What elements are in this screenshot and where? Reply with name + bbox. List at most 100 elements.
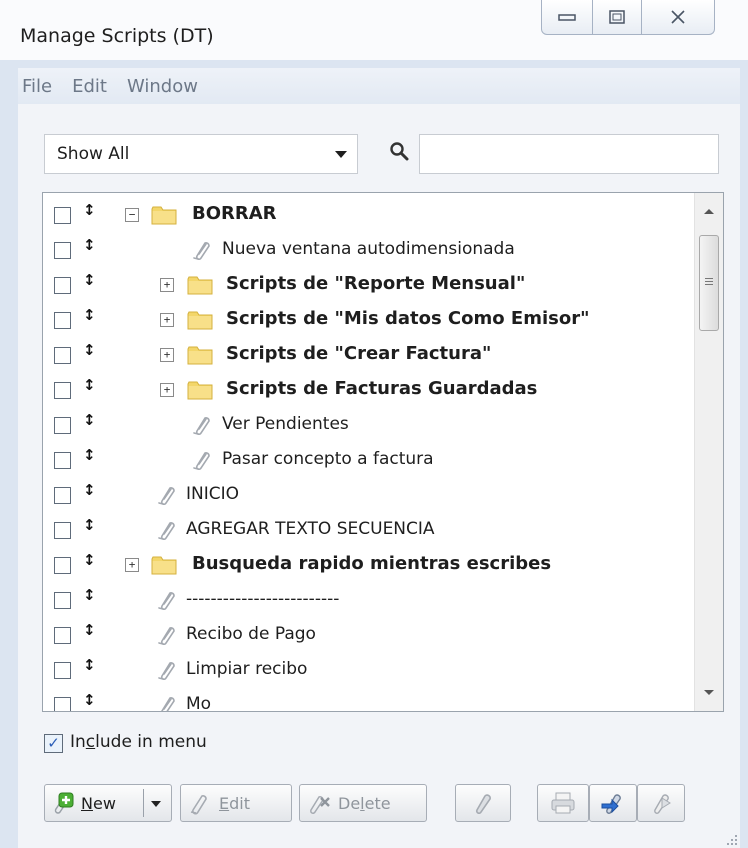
edit-button[interactable]: Edit — [180, 784, 292, 822]
row-checkbox[interactable] — [54, 522, 71, 539]
menu-window[interactable]: Window — [127, 76, 198, 97]
expand-icon[interactable]: + — [125, 558, 139, 572]
search-input[interactable] — [419, 134, 719, 174]
drag-handle-icon[interactable]: ↕ — [83, 341, 96, 359]
show-filter-value: Show All — [57, 144, 130, 164]
expand-icon[interactable]: + — [160, 278, 174, 292]
tree-folder-row[interactable]: ↕ + Scripts de "Reporte Mensual" — [43, 268, 683, 303]
drag-handle-icon[interactable]: ↕ — [83, 306, 96, 324]
scripts-panel: Show All ↕ − BORRAR ↕ Nueva ventana autodime… — [18, 104, 740, 848]
script-action-button[interactable] — [455, 784, 511, 822]
tree-folder-row[interactable]: ↕ + Busqueda rapido mientras escribes — [43, 548, 683, 583]
collapse-icon[interactable]: − — [125, 208, 139, 222]
tree-folder-row[interactable]: ↕ + Scripts de "Mis datos Como Emisor" — [43, 303, 683, 338]
tree-row-label: Scripts de "Crear Factura" — [226, 343, 492, 364]
expand-icon[interactable]: + — [160, 383, 174, 397]
script-icon — [188, 449, 214, 471]
scrollbar-thumb[interactable] — [699, 235, 719, 331]
tree-script-row[interactable]: ↕ Recibo de Pago — [43, 618, 683, 653]
folder-icon — [151, 554, 177, 576]
row-checkbox[interactable] — [54, 417, 71, 434]
maximize-button[interactable] — [593, 0, 642, 35]
tree-script-row[interactable]: ↕ Limpiar recibo — [43, 653, 683, 688]
script-icon — [188, 239, 214, 261]
folder-icon — [187, 309, 213, 331]
tree-folder-row[interactable]: ↕ + Scripts de Facturas Guardadas — [43, 373, 683, 408]
tree-row-label: Scripts de Facturas Guardadas — [226, 378, 538, 399]
manage-scripts-window: Manage Scripts (DT) File Edit Window Sho… — [0, 0, 748, 848]
row-checkbox[interactable] — [54, 697, 71, 711]
scroll-up-arrow-icon[interactable] — [704, 209, 714, 214]
script-icon — [153, 694, 179, 712]
row-checkbox[interactable] — [54, 382, 71, 399]
row-checkbox[interactable] — [54, 627, 71, 644]
drag-handle-icon[interactable]: ↕ — [83, 621, 96, 639]
include-in-menu-label: Include in menu — [70, 732, 207, 752]
drag-handle-icon[interactable]: ↕ — [83, 516, 96, 534]
expand-icon[interactable]: + — [160, 313, 174, 327]
tree-script-row[interactable]: ↕ Mo — [43, 688, 683, 712]
row-checkbox[interactable] — [54, 207, 71, 224]
run-button[interactable] — [637, 784, 685, 822]
minimize-icon — [558, 14, 576, 21]
check-icon: ✓ — [44, 734, 63, 753]
row-checkbox[interactable] — [54, 312, 71, 329]
menu-edit[interactable]: Edit — [72, 76, 107, 97]
chevron-down-icon — [335, 151, 347, 158]
drag-handle-icon[interactable]: ↕ — [83, 656, 96, 674]
tree-row-label: Recibo de Pago — [186, 624, 316, 644]
tree-folder-row[interactable]: ↕ + Scripts de "Crear Factura" — [43, 338, 683, 373]
drag-handle-icon[interactable]: ↕ — [83, 586, 96, 604]
tree-script-row[interactable]: ↕ INICIO — [43, 478, 683, 513]
row-checkbox[interactable] — [54, 592, 71, 609]
tree-script-row[interactable]: ↕ Ver Pendientes — [43, 408, 683, 443]
scroll-down-arrow-icon[interactable] — [704, 690, 714, 695]
drag-handle-icon[interactable]: ↕ — [83, 411, 96, 429]
row-checkbox[interactable] — [54, 662, 71, 679]
folder-icon — [151, 204, 177, 226]
tree-script-row[interactable]: ↕ AGREGAR TEXTO SECUENCIA — [43, 513, 683, 548]
tree-script-row[interactable]: ↕ Nueva ventana autodimensionada — [43, 233, 683, 268]
import-button[interactable] — [589, 784, 637, 822]
row-checkbox[interactable] — [54, 557, 71, 574]
resize-grip-icon[interactable] — [726, 834, 738, 846]
row-checkbox[interactable] — [54, 277, 71, 294]
row-checkbox[interactable] — [54, 487, 71, 504]
drag-handle-icon[interactable]: ↕ — [83, 201, 96, 219]
folder-icon — [187, 344, 213, 366]
scripts-tree[interactable]: ↕ − BORRAR ↕ Nueva ventana autodimensionada ↕… — [42, 192, 724, 712]
tree-script-row[interactable]: ↕ ------------------------- — [43, 583, 683, 618]
vertical-scrollbar[interactable] — [694, 193, 723, 711]
drag-handle-icon[interactable]: ↕ — [83, 551, 96, 569]
tree-script-row[interactable]: ↕ Pasar concepto a factura — [43, 443, 683, 478]
show-filter-dropdown[interactable]: Show All — [44, 134, 358, 174]
script-icon — [153, 624, 179, 646]
title-bar[interactable]: Manage Scripts (DT) — [0, 0, 748, 60]
drag-handle-icon[interactable]: ↕ — [83, 481, 96, 499]
script-icon — [153, 519, 179, 541]
close-button[interactable] — [642, 0, 715, 35]
drag-handle-icon[interactable]: ↕ — [83, 271, 96, 289]
menu-file[interactable]: File — [22, 76, 52, 97]
edit-icon — [190, 795, 207, 815]
tree-row-label: Pasar concepto a factura — [222, 449, 434, 469]
row-checkbox[interactable] — [54, 347, 71, 364]
print-button[interactable] — [537, 784, 589, 822]
tree-folder-row[interactable]: ↕ − BORRAR — [43, 198, 683, 233]
new-button[interactable]: New — [44, 784, 172, 822]
minimize-button[interactable] — [541, 0, 593, 35]
new-dropdown-arrow-icon[interactable] — [151, 801, 161, 807]
row-checkbox[interactable] — [54, 242, 71, 259]
row-checkbox[interactable] — [54, 452, 71, 469]
expand-icon[interactable]: + — [160, 348, 174, 362]
drag-handle-icon[interactable]: ↕ — [83, 236, 96, 254]
delete-button[interactable]: Delete — [299, 784, 427, 822]
drag-handle-icon[interactable]: ↕ — [83, 446, 96, 464]
drag-handle-icon[interactable]: ↕ — [83, 376, 96, 394]
drag-handle-icon[interactable]: ↕ — [83, 691, 96, 709]
edit-button-label: Edit — [219, 794, 250, 813]
menu-bar: File Edit Window — [18, 68, 740, 104]
maximize-icon — [609, 10, 625, 24]
split-divider — [143, 789, 144, 817]
window-controls — [541, 0, 715, 36]
